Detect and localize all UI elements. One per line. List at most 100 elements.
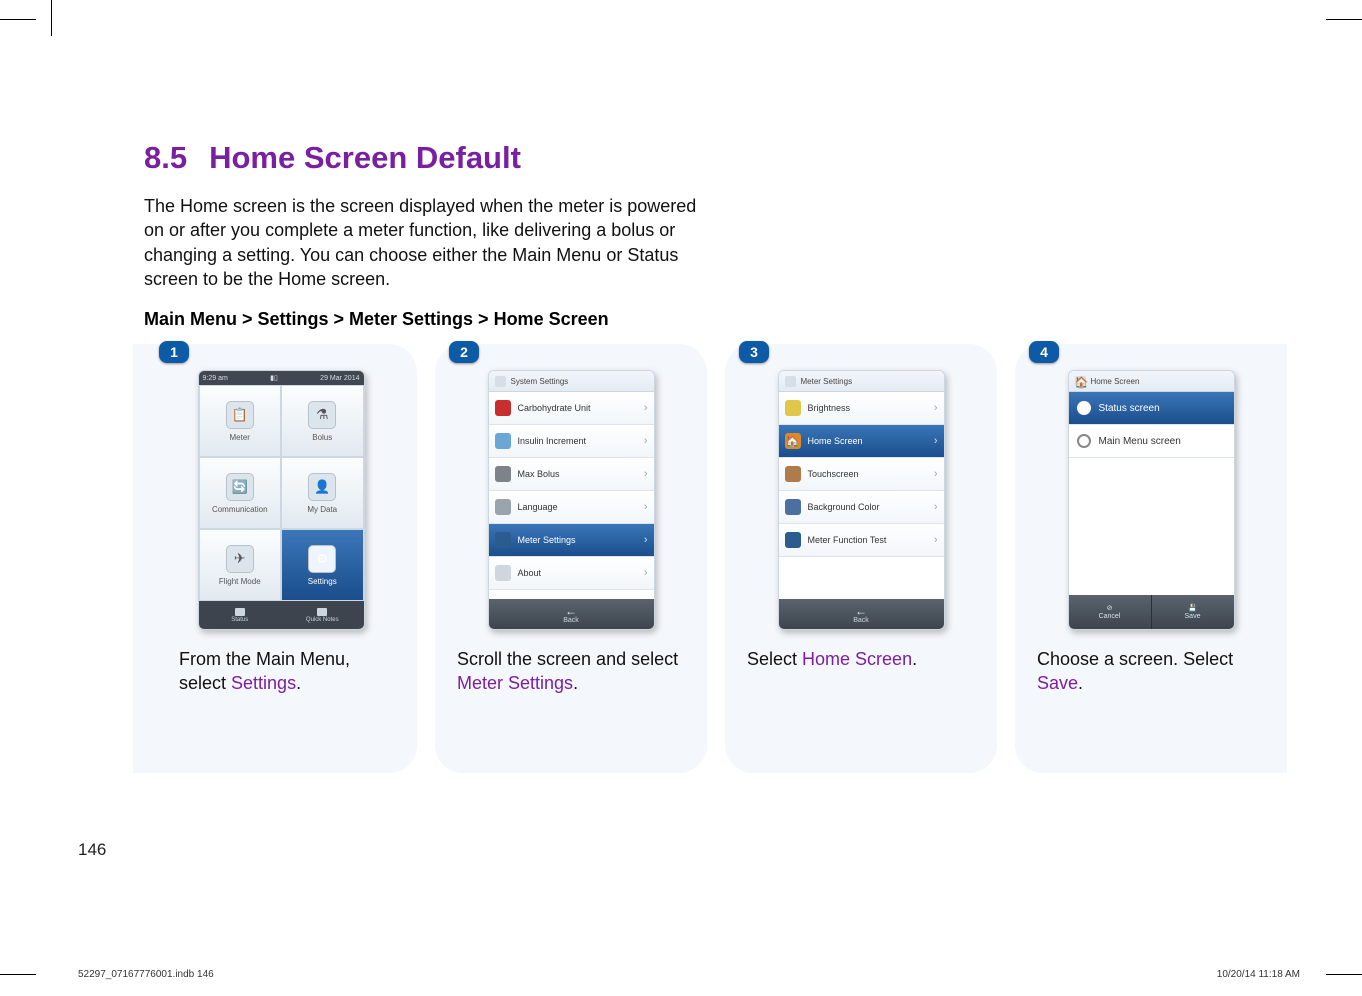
row-language[interactable]: Language ›: [489, 491, 654, 524]
row-max-bolus[interactable]: Max Bolus ›: [489, 458, 654, 491]
quick-notes-icon: [317, 608, 327, 616]
save-icon: 💾: [1188, 604, 1197, 612]
tile-label: Settings: [308, 577, 337, 586]
phone-header: Meter Settings: [779, 371, 944, 392]
row-label: Brightness: [808, 403, 851, 413]
phone-system-settings: System Settings Carbohydrate Unit› Insul…: [488, 370, 655, 630]
row-label: Meter Function Test: [808, 535, 887, 545]
step-4: 4 Home Screen Status screen Main Menu sc…: [1015, 344, 1287, 773]
row-touchscreen[interactable]: Touchscreen›: [779, 458, 944, 491]
row-label: Max Bolus: [518, 469, 560, 479]
row-meter-settings[interactable]: Meter Settings›: [489, 524, 654, 557]
chevron-right-icon: ›: [644, 402, 648, 414]
row-label: Language: [518, 502, 558, 512]
tile-bolus[interactable]: Bolus: [281, 385, 364, 457]
cancel-button[interactable]: ⊘Cancel: [1069, 595, 1152, 629]
row-insulin-increment[interactable]: Insulin Increment ›: [489, 425, 654, 458]
tile-flight-mode[interactable]: Flight Mode: [199, 529, 282, 601]
action-label: Save: [1185, 613, 1201, 620]
footer-file: 52297_07167776001.indb 146: [78, 969, 214, 980]
phone-date: 29 Mar 2014: [320, 375, 359, 382]
tile-label: Meter: [230, 433, 250, 442]
communication-icon: [226, 473, 254, 501]
test-icon: [785, 532, 801, 548]
step-4-caption: Choose a screen. Select Save.: [1037, 648, 1269, 695]
row-label: About: [518, 568, 542, 578]
row-label: Meter Settings: [518, 535, 576, 545]
row-home-screen[interactable]: Home Screen ›: [779, 425, 944, 458]
header-title: Meter Settings: [801, 377, 853, 386]
tile-label: Communication: [212, 505, 268, 514]
phone-header: System Settings: [489, 371, 654, 392]
brightness-icon: [785, 400, 801, 416]
maxbolus-icon: [495, 466, 511, 482]
step-4-badge: 4: [1029, 341, 1059, 363]
back-label: Back: [853, 617, 869, 624]
flight-icon: [226, 545, 254, 573]
chevron-right-icon: ›: [934, 402, 938, 414]
radio-label: Main Menu screen: [1099, 436, 1181, 447]
back-button[interactable]: ←Back: [489, 599, 654, 629]
home-icon: [785, 433, 801, 449]
row-label: Touchscreen: [808, 469, 859, 479]
step-2: 2 System Settings Carbohydrate Unit› Ins…: [435, 344, 707, 773]
save-button[interactable]: 💾Save: [1152, 595, 1234, 629]
phone-main-menu: 9:29 am ▮▯ 29 Mar 2014 Meter Bolus Commu…: [198, 370, 365, 630]
page-number: 146: [78, 840, 106, 860]
back-button[interactable]: ←Back: [779, 599, 944, 629]
radio-main-menu-screen[interactable]: Main Menu screen: [1069, 425, 1234, 458]
tile-meter[interactable]: Meter: [199, 385, 282, 457]
back-label: Back: [563, 617, 579, 624]
tab-label: Status: [231, 617, 248, 623]
chevron-right-icon: ›: [934, 534, 938, 546]
section-heading: 8.5 Home Screen Default: [144, 140, 1288, 176]
step-1-badge: 1: [159, 341, 189, 363]
row-brightness[interactable]: Brightness ›: [779, 392, 944, 425]
tab-status[interactable]: Status: [199, 601, 282, 629]
arrow-left-icon: ←: [855, 605, 867, 617]
row-background-color[interactable]: Background Color ›: [779, 491, 944, 524]
step-3-badge: 3: [739, 341, 769, 363]
step-1: 1 9:29 am ▮▯ 29 Mar 2014 Meter Bolus Com…: [133, 344, 417, 773]
action-label: Cancel: [1099, 613, 1121, 620]
row-label: Insulin Increment: [518, 436, 587, 446]
status-icon: [235, 608, 245, 616]
gear-icon: [308, 545, 336, 573]
row-label: Home Screen: [808, 436, 863, 446]
battery-icon: ▮▯: [270, 374, 278, 382]
chevron-right-icon: ›: [644, 435, 648, 447]
chevron-right-icon: ›: [644, 468, 648, 480]
radio-status-screen[interactable]: Status screen: [1069, 392, 1234, 425]
tile-label: Bolus: [312, 433, 332, 442]
row-about[interactable]: About ›: [489, 557, 654, 590]
touchscreen-icon: [785, 466, 801, 482]
row-label: Background Color: [808, 502, 880, 512]
phone-meter-settings: Meter Settings Brightness› Home Screen› …: [778, 370, 945, 630]
chevron-right-icon: ›: [934, 501, 938, 513]
header-icon: [785, 376, 796, 387]
cancel-icon: ⊘: [1107, 604, 1113, 612]
tile-communication[interactable]: Communication: [199, 457, 282, 529]
row-meter-function-test[interactable]: Meter Function Test ›: [779, 524, 944, 557]
radio-icon: [1077, 401, 1091, 415]
step-3: 3 Meter Settings Brightness › Home Screen…: [725, 344, 997, 773]
phone-status-bar: 9:29 am ▮▯ 29 Mar 2014: [199, 371, 364, 385]
chevron-right-icon: ›: [934, 435, 938, 447]
chevron-right-icon: ›: [644, 567, 648, 579]
tab-label: Quick Notes: [306, 617, 339, 623]
section-number: 8.5: [144, 140, 187, 175]
header-title: System Settings: [511, 377, 569, 386]
step-2-badge: 2: [449, 341, 479, 363]
tile-settings[interactable]: Settings: [281, 529, 364, 601]
language-icon: [495, 499, 511, 515]
chevron-right-icon: ›: [644, 501, 648, 513]
about-icon: [495, 565, 511, 581]
radio-label: Status screen: [1099, 403, 1160, 414]
tab-quick-notes[interactable]: Quick Notes: [281, 601, 364, 629]
carb-icon: [495, 400, 511, 416]
intro-paragraph: The Home screen is the screen displayed …: [144, 194, 704, 291]
row-carbohydrate-unit[interactable]: Carbohydrate Unit›: [489, 392, 654, 425]
footer-timestamp: 10/20/14 11:18 AM: [1217, 969, 1300, 980]
section-title-text: Home Screen Default: [209, 140, 521, 175]
tile-mydata[interactable]: My Data: [281, 457, 364, 529]
